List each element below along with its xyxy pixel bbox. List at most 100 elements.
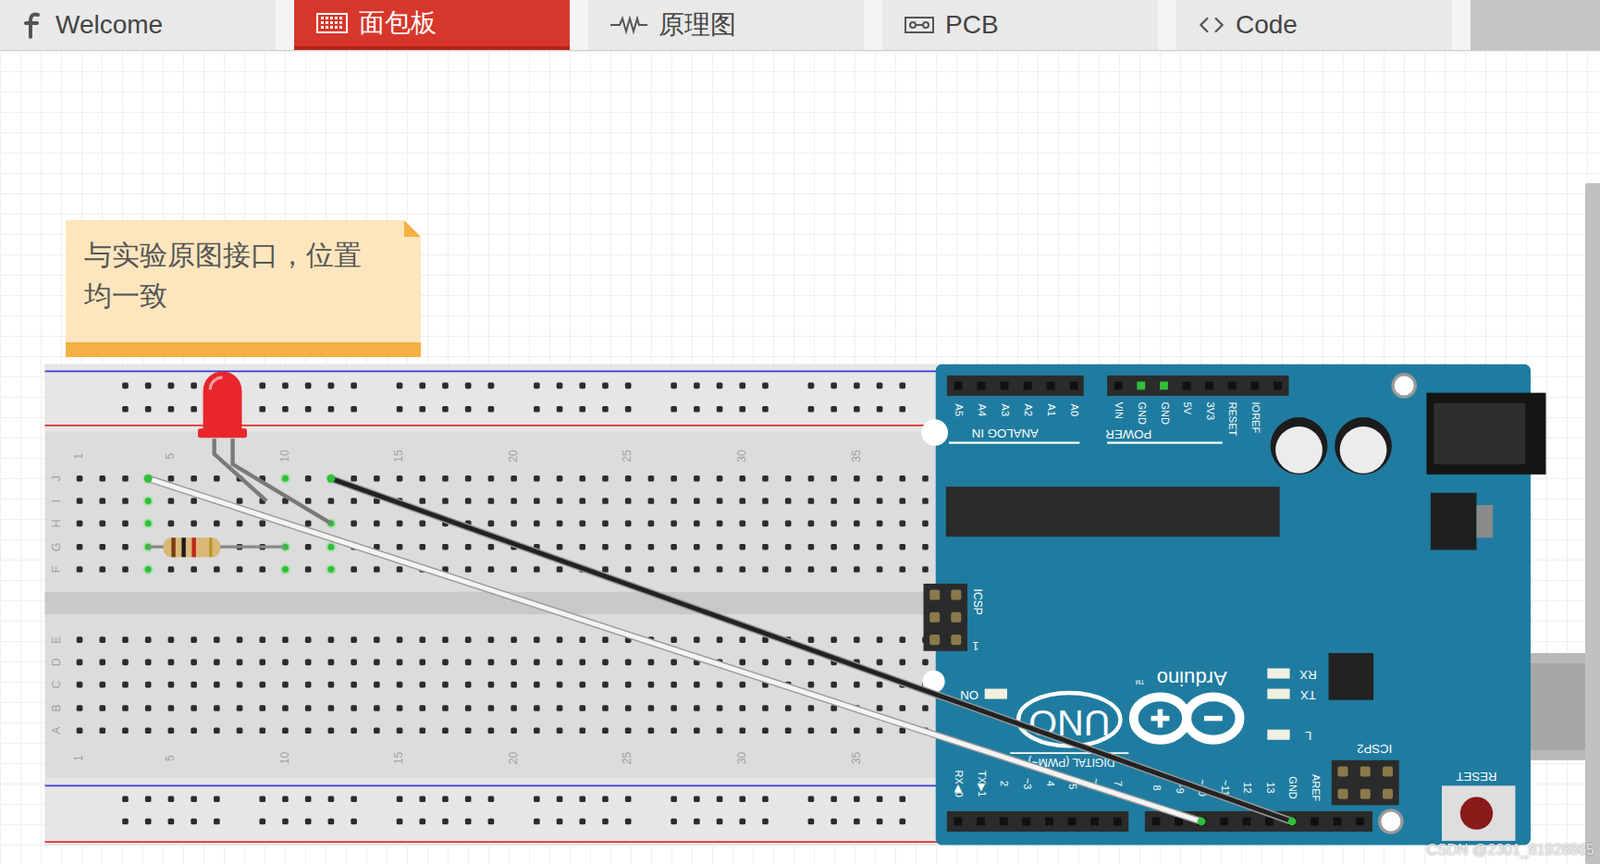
breadboard-hole[interactable] (738, 475, 746, 482)
rail-hole[interactable] (168, 406, 175, 413)
breadboard-hole[interactable] (350, 475, 357, 482)
breadboard-hole[interactable] (830, 726, 837, 734)
breadboard-hole[interactable] (488, 566, 495, 573)
breadboard-hole[interactable] (396, 659, 404, 666)
breadboard-hole[interactable] (418, 543, 426, 551)
breadboard-hole[interactable] (785, 726, 792, 734)
breadboard-hole[interactable] (556, 726, 564, 734)
rail-hole[interactable] (533, 406, 541, 413)
breadboard-hole[interactable] (808, 726, 815, 734)
breadboard-hole[interactable] (898, 659, 906, 666)
breadboard-hole[interactable] (556, 681, 564, 689)
rail-hole[interactable] (190, 382, 197, 390)
breadboard-hole[interactable] (853, 726, 861, 734)
breadboard-hole[interactable] (648, 543, 655, 551)
rail-hole[interactable] (442, 795, 449, 802)
rail-hole[interactable] (258, 795, 266, 802)
rail-hole[interactable] (282, 818, 289, 825)
breadboard-hole[interactable] (76, 659, 84, 666)
rail-hole[interactable] (602, 406, 609, 413)
breadboard-hole[interactable] (876, 704, 884, 712)
breadboard-hole[interactable] (396, 704, 404, 712)
breadboard-hole[interactable] (465, 726, 472, 734)
rail-hole[interactable] (305, 382, 312, 390)
rail-hole[interactable] (282, 406, 289, 413)
rail-hole[interactable] (168, 818, 175, 825)
breadboard-hole[interactable] (488, 543, 495, 551)
breadboard-hole[interactable] (328, 681, 335, 689)
rail-hole[interactable] (670, 406, 677, 413)
breadboard-hole[interactable] (578, 520, 586, 528)
rail-hole[interactable] (328, 406, 335, 413)
rail-hole[interactable] (876, 795, 884, 802)
breadboard-hole[interactable] (305, 520, 312, 528)
breadboard-hole[interactable] (328, 497, 335, 505)
breadboard-hole[interactable] (670, 475, 677, 482)
breadboard-hole[interactable] (488, 636, 495, 643)
breadboard-hole[interactable] (190, 659, 197, 666)
breadboard-hole[interactable] (602, 659, 609, 666)
rail-hole[interactable] (830, 382, 837, 390)
breadboard-hole[interactable] (328, 636, 335, 643)
rail-hole[interactable] (190, 795, 197, 802)
breadboard-hole[interactable] (122, 704, 129, 712)
breadboard-hole[interactable] (510, 497, 517, 505)
breadboard-hole[interactable] (853, 543, 861, 551)
rail-hole[interactable] (533, 818, 541, 825)
breadboard-hole[interactable] (122, 543, 129, 551)
breadboard-hole[interactable] (418, 704, 426, 712)
breadboard-hole[interactable] (190, 681, 197, 689)
breadboard-hole[interactable] (305, 475, 312, 482)
rail-hole[interactable] (556, 382, 564, 390)
rail-hole[interactable] (122, 382, 129, 390)
resistor[interactable] (147, 537, 285, 557)
breadboard-hole[interactable] (762, 659, 769, 666)
breadboard-hole[interactable] (670, 543, 677, 551)
breadboard-hole[interactable] (670, 681, 677, 689)
breadboard-hole[interactable] (465, 475, 472, 482)
breadboard-hole[interactable] (693, 726, 701, 734)
scrollbar-thumb[interactable] (1585, 183, 1600, 864)
breadboard-hole[interactable] (236, 566, 244, 573)
breadboard-hole[interactable] (396, 566, 404, 573)
breadboard-hole[interactable] (98, 475, 106, 482)
breadboard-hole[interactable] (556, 636, 564, 643)
rail-hole[interactable] (625, 795, 632, 802)
breadboard-hole[interactable] (670, 659, 677, 666)
rail-hole[interactable] (190, 818, 197, 825)
rail-hole[interactable] (350, 406, 357, 413)
note[interactable]: 与实验原图接口，位置均一致 (65, 220, 421, 357)
breadboard-hole[interactable] (145, 659, 152, 666)
breadboard-hole[interactable] (922, 520, 929, 528)
breadboard-hole[interactable] (625, 497, 632, 505)
breadboard-hole[interactable] (556, 520, 564, 528)
rail-hole[interactable] (465, 382, 472, 390)
breadboard-hole[interactable] (738, 704, 746, 712)
breadboard-hole[interactable] (418, 681, 426, 689)
breadboard-hole[interactable] (98, 566, 106, 573)
breadboard-hole[interactable] (282, 681, 289, 689)
breadboard-hole[interactable] (830, 681, 837, 689)
breadboard-hole[interactable] (373, 659, 381, 666)
breadboard-hole[interactable] (578, 681, 586, 689)
breadboard-hole[interactable] (258, 659, 266, 666)
breadboard-hole[interactable] (305, 566, 312, 573)
breadboard-hole[interactable] (648, 704, 655, 712)
breadboard-hole[interactable] (98, 520, 106, 528)
breadboard-hole[interactable] (808, 659, 815, 666)
breadboard-hole[interactable] (168, 726, 175, 734)
breadboard-hole[interactable] (350, 726, 357, 734)
breadboard-hole[interactable] (556, 497, 564, 505)
rail-hole[interactable] (853, 382, 861, 390)
breadboard-hole[interactable] (716, 566, 724, 573)
breadboard-hole[interactable] (785, 520, 792, 528)
breadboard-hole[interactable] (373, 520, 381, 528)
breadboard-hole[interactable] (350, 520, 357, 528)
breadboard-hole[interactable] (602, 520, 609, 528)
breadboard-hole[interactable] (533, 681, 541, 689)
breadboard-hole[interactable] (693, 543, 701, 551)
breadboard-hole[interactable] (808, 681, 815, 689)
rail-hole[interactable] (418, 818, 426, 825)
breadboard-hole[interactable] (305, 543, 312, 551)
rail-hole[interactable] (762, 382, 769, 390)
